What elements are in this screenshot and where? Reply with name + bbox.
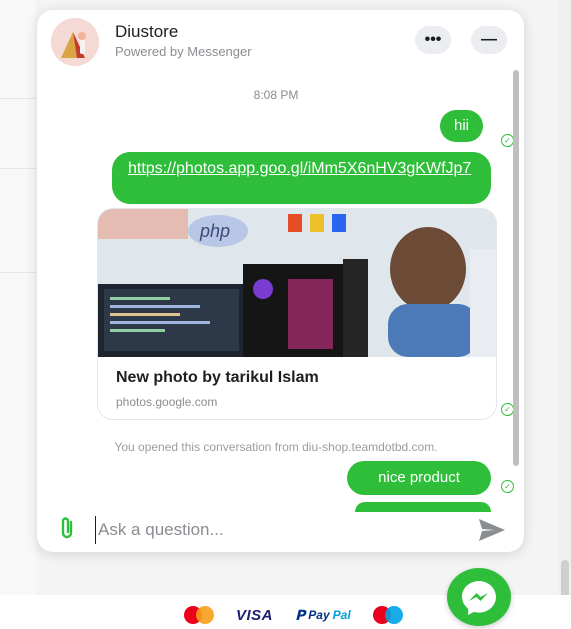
link-preview-domain: photos.google.com [116, 395, 218, 409]
chat-widget: Diustore Powered by Messenger ••• — 8:08… [37, 10, 524, 552]
composer [37, 508, 524, 552]
background-divider [0, 98, 36, 99]
store-logo-icon [51, 18, 99, 66]
paypal-logo: 𝗣 Pay Pal [295, 607, 351, 624]
minimize-button[interactable]: — [471, 26, 507, 54]
chat-header: Diustore Powered by Messenger ••• — [37, 10, 524, 72]
mastercard-logo [184, 606, 214, 624]
background-divider [0, 272, 36, 273]
message-bubble: nice product [347, 461, 491, 495]
more-icon: ••• [424, 31, 442, 48]
avatar[interactable] [51, 18, 99, 66]
chat-subtitle: Powered by Messenger [115, 44, 252, 59]
conversation-origin-notice: You opened this conversation from diu-sh… [114, 440, 438, 454]
paypal-text-pal: Pal [332, 608, 351, 622]
visa-logo: VISA [236, 606, 274, 624]
more-options-button[interactable]: ••• [415, 26, 451, 54]
paypal-text-pay: Pay [308, 608, 330, 622]
minimize-icon: — [481, 31, 497, 48]
send-icon[interactable] [477, 517, 507, 543]
paypal-icon: 𝗣 [295, 606, 306, 623]
check-circle-icon: ✓ [501, 480, 514, 493]
maestro-logo [372, 606, 403, 624]
message-input[interactable] [95, 516, 460, 544]
link-preview-title: New photo by tarikul Islam [116, 369, 319, 386]
link-preview-card[interactable]: php New photo by tarikul Islam photos.go… [97, 208, 497, 420]
payment-methods: VISA 𝗣 Pay Pal [184, 606, 403, 624]
message-link[interactable]: https://photos.app.goo.gl/iMm5X6nHV3gKWf… [112, 152, 491, 204]
chat-scrollbar[interactable] [513, 70, 519, 466]
message-bubble: hii [440, 110, 484, 142]
messenger-icon [462, 581, 496, 615]
php-sticker-text: php [199, 221, 230, 241]
link-preview-image: php [98, 209, 496, 357]
message-list[interactable]: 8:08 PM hii ✓ https://photos.app.goo.gl/… [37, 72, 515, 512]
photo-illustration: php [98, 209, 496, 357]
page-scrollbar[interactable] [559, 0, 571, 629]
background-panel [0, 0, 36, 600]
background-divider [0, 168, 36, 169]
chat-title: Diustore [115, 22, 179, 41]
message-timestamp: 8:08 PM [253, 88, 299, 102]
messenger-launcher-button[interactable] [447, 568, 511, 626]
paperclip-icon[interactable] [57, 516, 77, 540]
